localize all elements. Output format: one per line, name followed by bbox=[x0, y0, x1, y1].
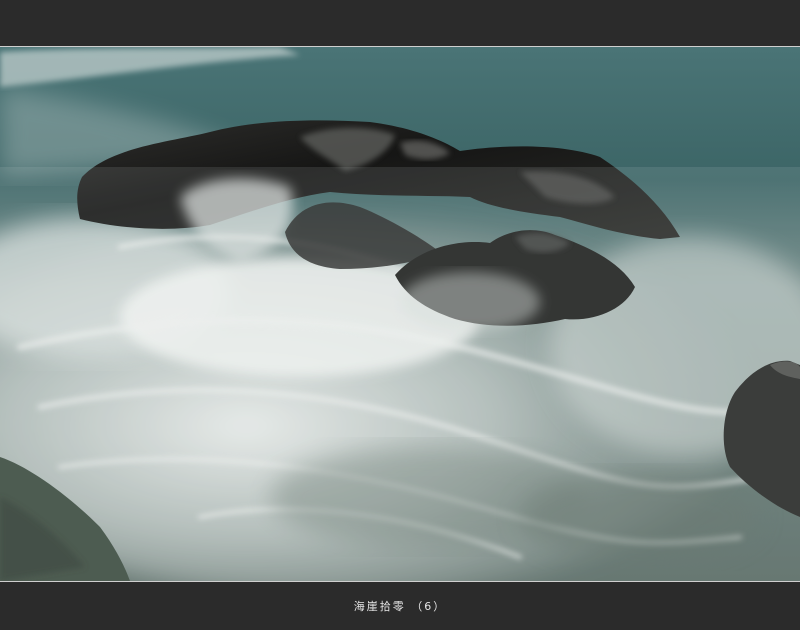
mist-overlay bbox=[0, 167, 800, 581]
photo-frame: 海崖拾零 （6） bbox=[0, 0, 800, 630]
seascape-image bbox=[0, 47, 800, 581]
seascape-photo bbox=[0, 46, 800, 582]
photo-caption: 海崖拾零 （6） bbox=[353, 600, 447, 613]
